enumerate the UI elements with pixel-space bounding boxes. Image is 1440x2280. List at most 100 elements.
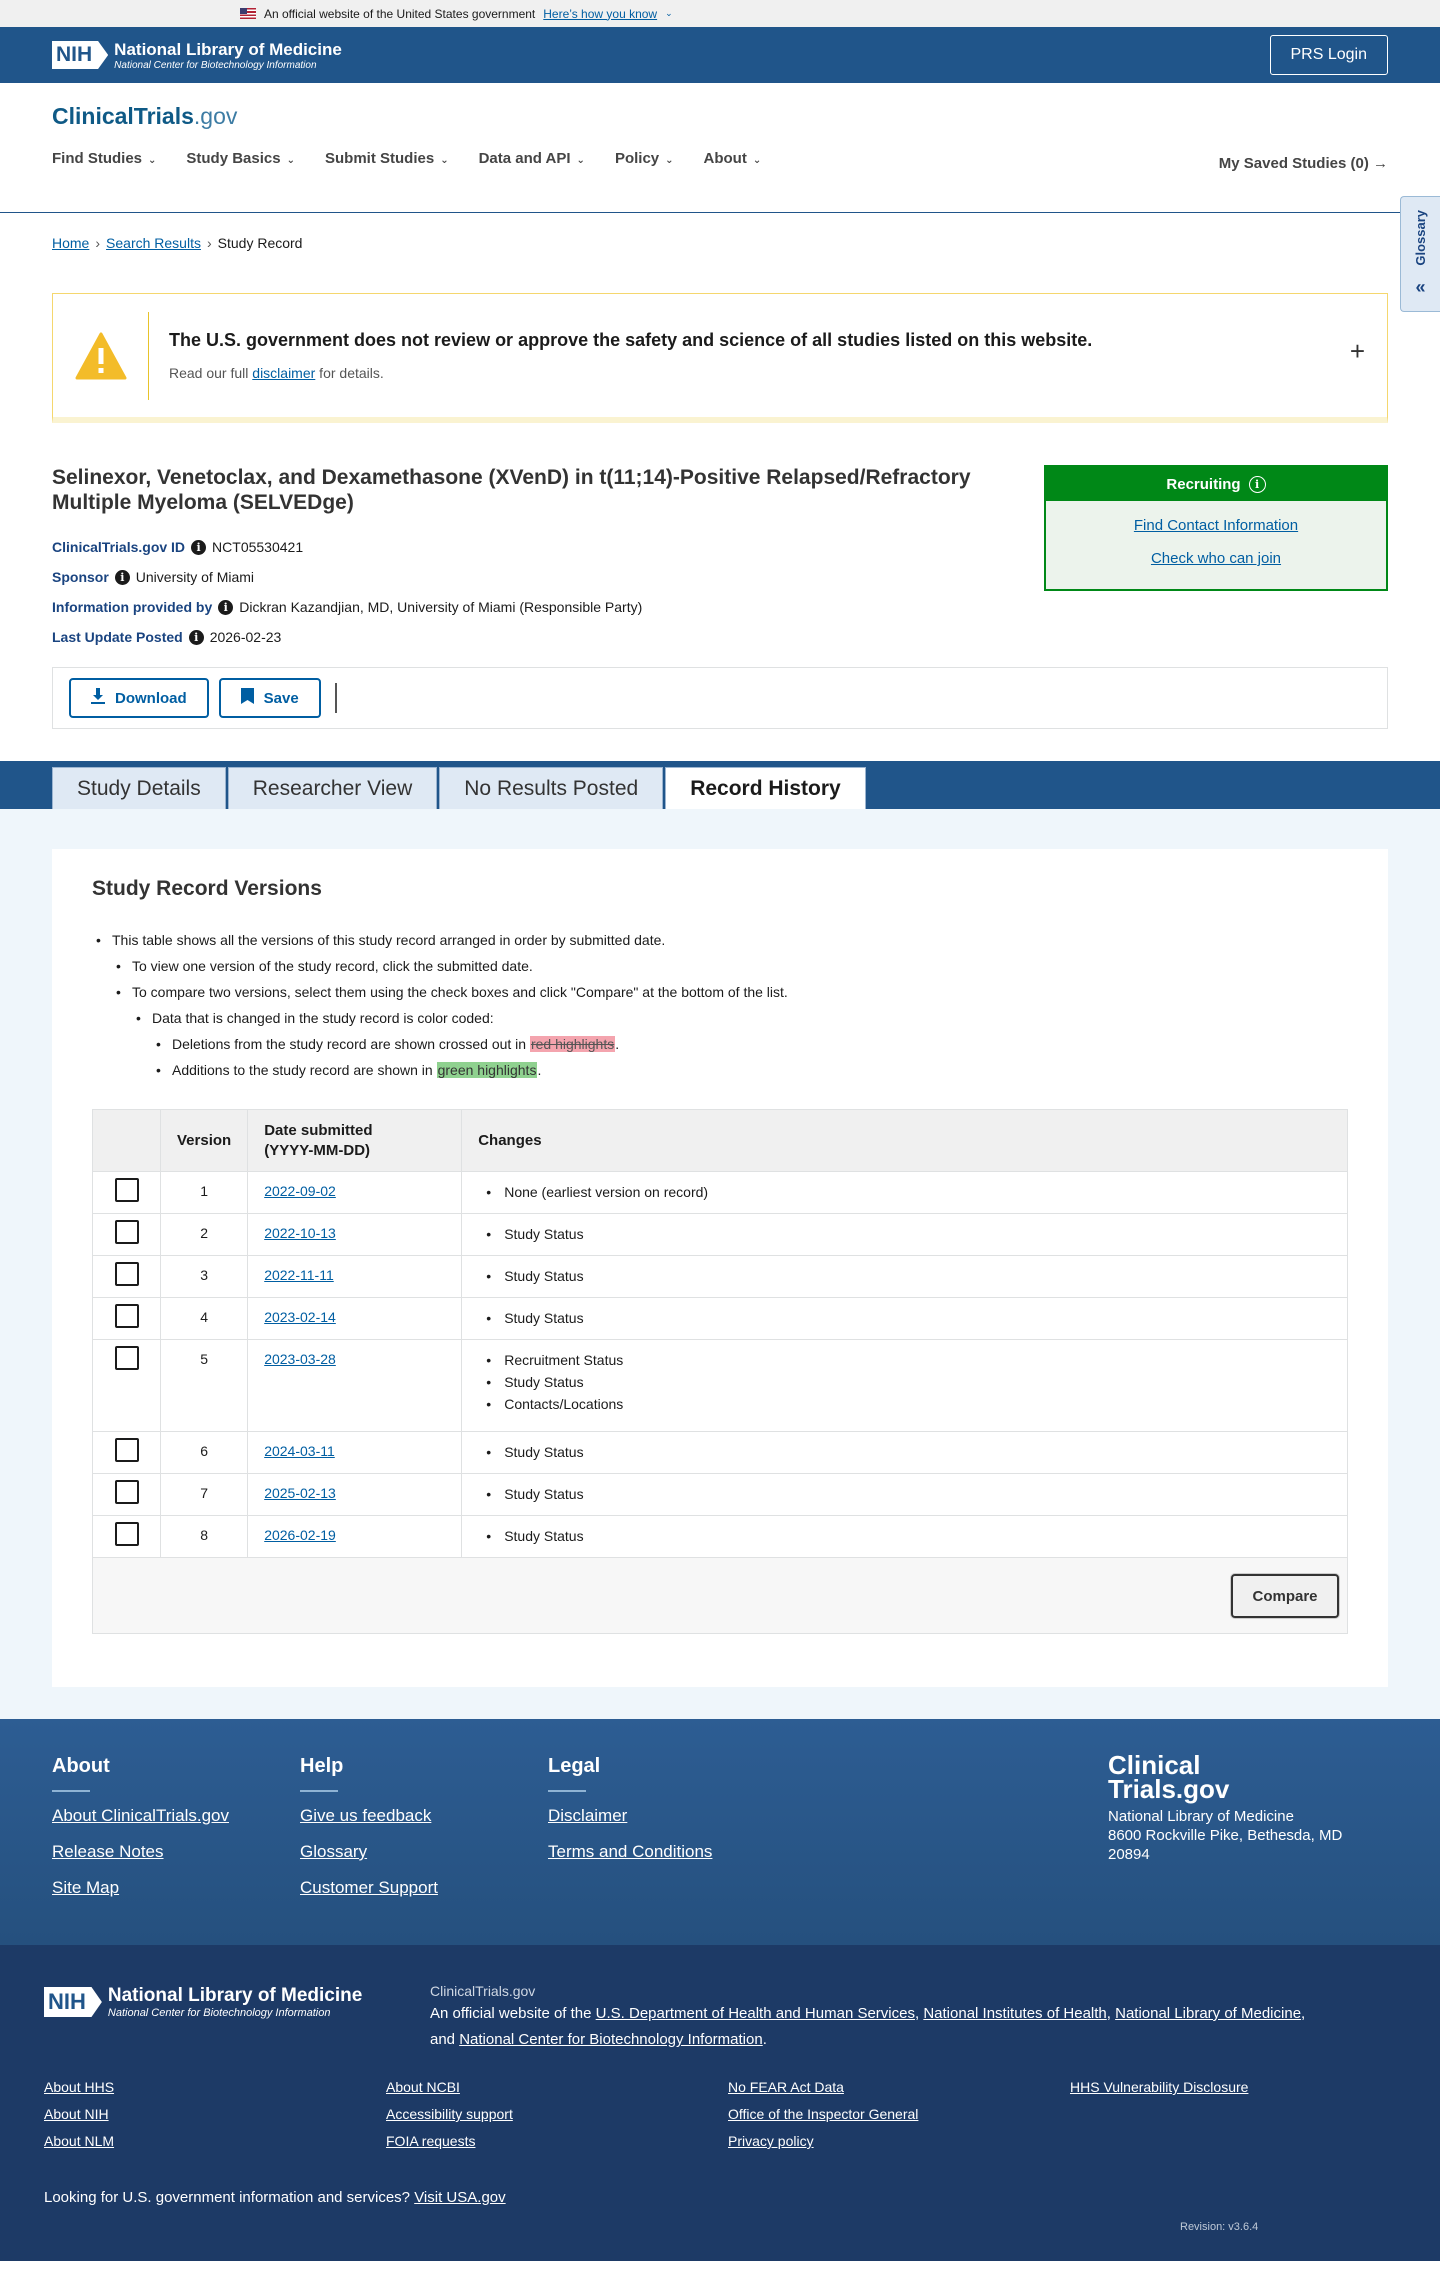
footer-link[interactable]: About NIH: [44, 2106, 114, 2122]
usa-gov-text: Looking for U.S. government information …: [44, 2189, 506, 2206]
footer-link[interactable]: About ClinicalTrials.gov: [52, 1806, 229, 1826]
nav-data-api[interactable]: Data and API ⌄: [479, 150, 585, 167]
footer-about: About About ClinicalTrials.gov Release N…: [52, 1755, 229, 1898]
tab-researcher-view[interactable]: Researcher View: [227, 767, 438, 809]
red-highlight-sample: red highlights: [529, 1036, 616, 1052]
version-date-link[interactable]: 2024-03-11: [264, 1443, 335, 1459]
ncbi-link[interactable]: National Center for Biotechnology Inform…: [459, 2031, 763, 2048]
footer-link[interactable]: Release Notes: [52, 1842, 229, 1862]
heres-how-link[interactable]: Here’s how you know: [543, 7, 657, 21]
info-icon[interactable]: i: [1248, 475, 1266, 493]
chevron-down-icon: ⌄: [440, 155, 449, 166]
sponsor-value: University of Miami: [135, 569, 255, 585]
nlm-link[interactable]: National Library of Medicine: [1115, 2005, 1301, 2022]
chevron-down-icon: ⌄: [665, 155, 674, 166]
footer-help: Help Give us feedback Glossary Customer …: [300, 1755, 438, 1898]
info-icon[interactable]: i: [114, 569, 130, 585]
footer-link[interactable]: Office of the Inspector General: [728, 2106, 918, 2122]
footer-link[interactable]: About NCBI: [386, 2079, 513, 2095]
my-saved-studies-link[interactable]: My Saved Studies (0) →: [1219, 155, 1388, 172]
change-item: Study Status: [478, 1306, 1331, 1331]
site-footer: About About ClinicalTrials.gov Release N…: [0, 1719, 1440, 1945]
footer-link[interactable]: About NLM: [44, 2133, 114, 2149]
version-checkbox[interactable]: [114, 1304, 139, 1328]
version-date-link[interactable]: 2022-11-11: [264, 1267, 334, 1283]
table-row: 8 2026-02-19 Study Status: [92, 1515, 1348, 1558]
nih-link[interactable]: National Institutes of Health: [923, 2005, 1106, 2022]
breadcrumb-search-results[interactable]: Search Results: [106, 235, 201, 251]
info-icon[interactable]: i: [191, 539, 207, 555]
change-item: Contacts/Locations: [478, 1392, 1331, 1417]
version-checkbox[interactable]: [114, 1220, 139, 1244]
nav-study-basics[interactable]: Study Basics ⌄: [186, 150, 295, 167]
nih-footer-logo[interactable]: NIH National Library of Medicine National…: [44, 1985, 362, 2019]
compare-button[interactable]: Compare: [1231, 1574, 1339, 1618]
versions-info: This table shows all the versions of thi…: [92, 927, 1348, 1083]
alert-title: The U.S. government does not review or a…: [169, 330, 1093, 350]
col-version: Version: [160, 1109, 249, 1172]
site-header: ClinicalTrials.gov Find Studies ⌄ Study B…: [0, 83, 1440, 213]
version-checkbox[interactable]: [114, 1438, 139, 1462]
version-date-link[interactable]: 2025-02-13: [264, 1485, 336, 1501]
footer-link[interactable]: No FEAR Act Data: [728, 2079, 918, 2095]
footer-link[interactable]: Accessibility support: [386, 2106, 513, 2122]
check-who-can-join-link[interactable]: Check who can join: [1046, 550, 1386, 567]
record-history-content: Study Record Versions This table shows a…: [0, 809, 1440, 1719]
version-date-link[interactable]: 2022-09-02: [264, 1183, 336, 1199]
table-row: 4 2023-02-14 Study Status: [92, 1297, 1348, 1340]
save-button[interactable]: Save: [218, 678, 321, 718]
prs-login-button[interactable]: PRS Login: [1269, 35, 1388, 75]
version-date-link[interactable]: 2023-03-28: [264, 1351, 336, 1367]
version-checkbox[interactable]: [114, 1262, 139, 1286]
status-badge: Recruiting i: [1046, 467, 1386, 501]
version-checkbox[interactable]: [114, 1522, 139, 1546]
change-item: None (earliest version on record): [478, 1180, 1331, 1205]
table-row: 2 2022-10-13 Study Status: [92, 1213, 1348, 1256]
nav-policy[interactable]: Policy ⌄: [615, 150, 674, 167]
tab-no-results-posted[interactable]: No Results Posted: [439, 767, 664, 809]
footer-link[interactable]: Give us feedback: [300, 1806, 438, 1826]
footer-link[interactable]: Disclaimer: [548, 1806, 712, 1826]
download-button[interactable]: Download: [69, 678, 209, 718]
usa-gov-link[interactable]: Visit USA.gov: [414, 2189, 505, 2206]
version-checkbox[interactable]: [114, 1346, 139, 1370]
footer-link[interactable]: Glossary: [300, 1842, 438, 1862]
nav-find-studies[interactable]: Find Studies ⌄: [52, 150, 156, 167]
glossary-tab[interactable]: Glossary «: [1400, 196, 1440, 312]
version-date-link[interactable]: 2023-02-14: [264, 1309, 336, 1325]
nav-about[interactable]: About ⌄: [704, 150, 762, 167]
footer-link[interactable]: Privacy policy: [728, 2133, 918, 2149]
study-title: Selinexor, Venetoclax, and Dexamethasone…: [52, 466, 971, 514]
footer-link[interactable]: Terms and Conditions: [548, 1842, 712, 1862]
change-item: Study Status: [478, 1524, 1331, 1549]
version-number: 8: [160, 1515, 249, 1558]
info-icon[interactable]: i: [218, 599, 234, 615]
nav-submit-studies[interactable]: Submit Studies ⌄: [325, 150, 449, 167]
info-icon[interactable]: i: [188, 629, 204, 645]
tab-record-history[interactable]: Record History: [665, 767, 866, 809]
site-logo[interactable]: ClinicalTrials.gov: [52, 103, 1388, 130]
expand-plus-icon[interactable]: +: [1350, 336, 1365, 367]
footer-link[interactable]: HHS Vulnerability Disclosure: [1070, 2079, 1248, 2095]
version-date-link[interactable]: 2026-02-19: [264, 1527, 336, 1543]
find-contact-link[interactable]: Find Contact Information: [1046, 517, 1386, 534]
footer-link[interactable]: Customer Support: [300, 1878, 438, 1898]
last-update-row: Last Update Posted i 2026-02-23: [52, 629, 282, 645]
version-checkbox[interactable]: [114, 1480, 139, 1504]
table-row: 3 2022-11-11 Study Status: [92, 1255, 1348, 1298]
footer-link[interactable]: Site Map: [52, 1878, 229, 1898]
version-checkbox[interactable]: [114, 1178, 139, 1202]
disclaimer-link[interactable]: disclaimer: [252, 365, 315, 381]
version-number: 1: [160, 1171, 249, 1214]
footer-link[interactable]: FOIA requests: [386, 2133, 513, 2149]
action-bar: Download Save: [52, 667, 1388, 729]
breadcrumb-home[interactable]: Home: [52, 235, 89, 251]
hhs-link[interactable]: U.S. Department of Health and Human Serv…: [596, 2005, 915, 2022]
green-highlight-sample: green highlights: [436, 1062, 538, 1078]
nih-sub: National Center for Biotechnology Inform…: [114, 59, 317, 71]
nih-logo[interactable]: NIH National Library of Medicine National…: [52, 40, 342, 71]
change-item: Study Status: [478, 1264, 1331, 1289]
tab-study-details[interactable]: Study Details: [52, 767, 226, 809]
footer-link[interactable]: About HHS: [44, 2079, 114, 2095]
version-date-link[interactable]: 2022-10-13: [264, 1225, 336, 1241]
